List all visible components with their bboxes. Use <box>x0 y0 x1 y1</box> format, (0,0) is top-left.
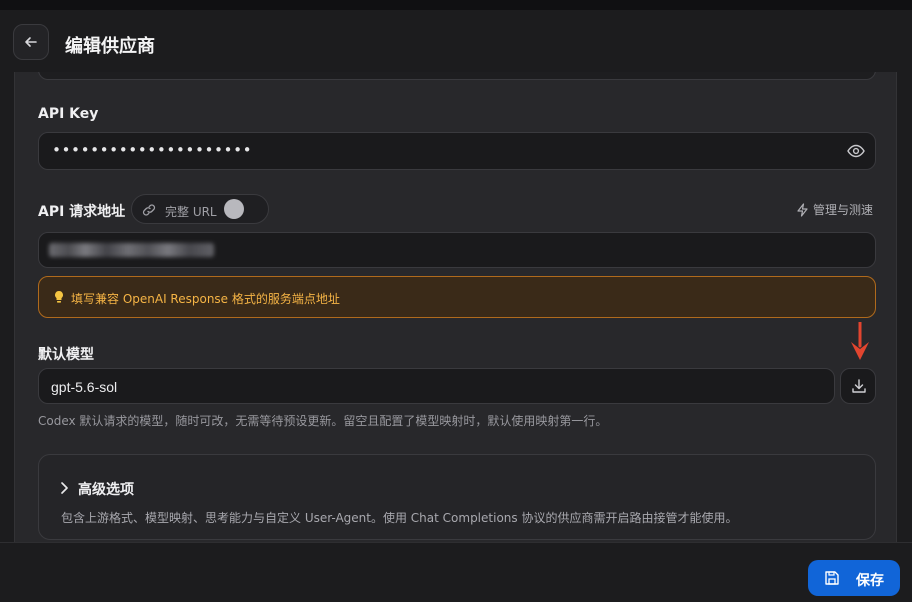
advanced-options-title[interactable]: 高级选项 <box>78 479 134 499</box>
redacted-url-value <box>49 243 214 257</box>
api-key-label: API Key <box>38 106 99 122</box>
default-model-helper: Codex 默认请求的模型，随时可改，无需等待预设更新。留空且配置了模型映射时，… <box>38 414 608 428</box>
fetch-models-button[interactable] <box>840 368 876 404</box>
api-url-hint: 填写兼容 OpenAI Response 格式的服务端点地址 <box>38 276 876 318</box>
footer-bar: 保存 <box>0 542 912 602</box>
advanced-options-section[interactable]: 高级选项 包含上游格式、模型映射、思考能力与自定义 User-Agent。使用 … <box>38 454 876 540</box>
annotation-arrow-icon <box>851 322 869 360</box>
back-button[interactable] <box>13 24 49 60</box>
lightbulb-icon <box>55 291 63 303</box>
save-label: 保存 <box>856 573 884 589</box>
full-url-toggle[interactable]: 完整 URL <box>131 194 269 224</box>
lightning-icon <box>797 202 808 217</box>
chevron-right-icon[interactable] <box>59 481 69 495</box>
manage-and-speedtest-link[interactable]: 管理与测速 <box>796 201 873 218</box>
eye-icon[interactable] <box>847 143 865 159</box>
api-url-input[interactable] <box>38 232 876 268</box>
hint-text: 填写兼容 OpenAI Response 格式的服务端点地址 <box>71 292 340 306</box>
full-url-label: 完整 URL <box>165 205 217 219</box>
toggle-switch-knob[interactable] <box>224 199 244 219</box>
page-header: 编辑供应商 <box>0 10 912 72</box>
advanced-options-description: 包含上游格式、模型映射、思考能力与自定义 User-Agent。使用 Chat … <box>61 511 738 525</box>
window-top-strip <box>0 0 912 10</box>
download-icon <box>852 379 866 393</box>
link-icon <box>142 204 156 216</box>
previous-field-input[interactable] <box>38 72 876 80</box>
default-model-value: gpt-5.6-sol <box>51 379 118 395</box>
arrow-left-icon <box>25 37 37 47</box>
manage-label: 管理与测速 <box>812 203 873 217</box>
api-key-input[interactable]: ••••••••••••••••••••• <box>38 132 876 170</box>
default-model-label: 默认模型 <box>38 347 94 363</box>
save-button[interactable]: 保存 <box>808 560 900 596</box>
save-icon <box>825 571 839 585</box>
api-key-value: ••••••••••••••••••••• <box>52 141 253 159</box>
form-panel: API Key ••••••••••••••••••••• API 请求地址 完… <box>14 72 897 542</box>
default-model-input[interactable]: gpt-5.6-sol <box>38 368 835 404</box>
api-url-label: API 请求地址 <box>38 204 126 220</box>
page-title: 编辑供应商 <box>65 36 155 57</box>
